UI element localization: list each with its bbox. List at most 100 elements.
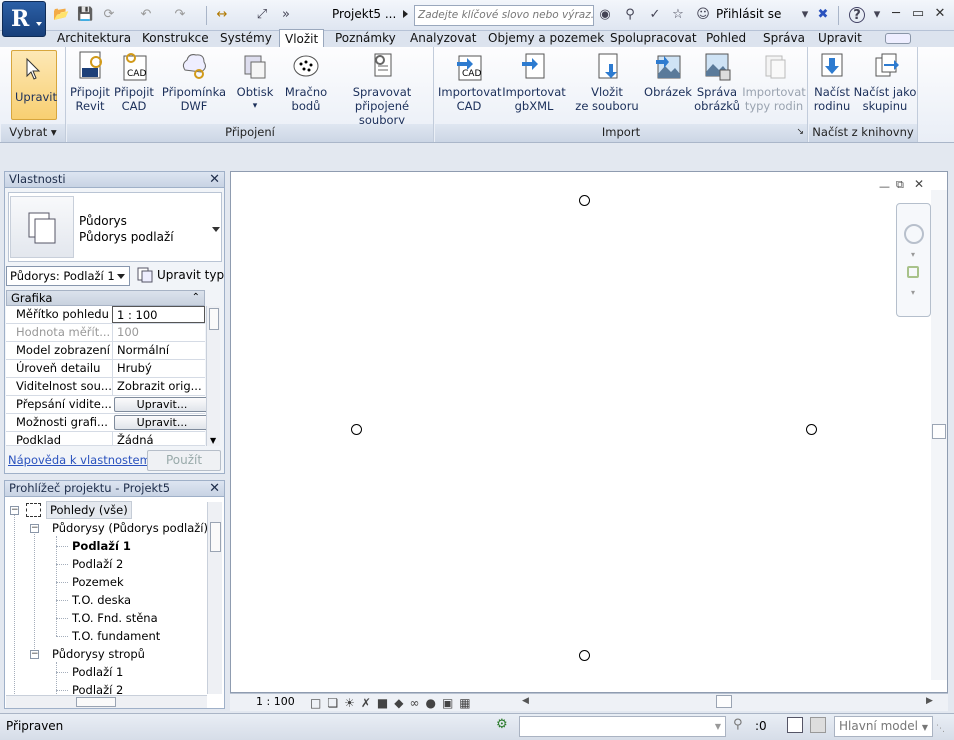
browser-horizontal-scrollbar[interactable]: [6, 695, 207, 708]
import-cad-button[interactable]: CAD Importovat CAD: [438, 50, 502, 113]
zoom-icon[interactable]: [907, 266, 919, 278]
view-restore-button[interactable]: ⧉: [896, 178, 904, 192]
ribbon-minimize-button[interactable]: [885, 33, 911, 44]
tree-views-all[interactable]: Pohledy (vše): [46, 501, 132, 519]
close-icon[interactable]: ✕: [209, 481, 220, 496]
resize-grip-icon[interactable]: ⋱: [936, 724, 945, 734]
steering-wheel-icon[interactable]: [904, 224, 924, 244]
workset-selector[interactable]: ▼: [519, 716, 726, 737]
help-menu-chevron-icon[interactable]: ▾: [869, 7, 885, 23]
design-options-icon[interactable]: [810, 717, 826, 733]
tab-systemy[interactable]: Systémy: [215, 31, 277, 47]
chevron-down-icon[interactable]: [212, 227, 220, 232]
sync-icon[interactable]: ⟳: [101, 7, 117, 23]
tree-item-podlazi-1[interactable]: Podlaží 1: [72, 539, 131, 553]
expand-arrow-icon[interactable]: [403, 10, 408, 18]
tab-vlozit[interactable]: Vložit: [279, 29, 325, 48]
tree-floor-plans[interactable]: Půdorysy (Půdorys podlaží): [52, 521, 208, 535]
drawing-area[interactable]: [230, 171, 948, 693]
underlay-value[interactable]: Žádná: [112, 432, 205, 445]
align-icon[interactable]: ↔: [214, 7, 230, 23]
horizontal-scroll-thumb[interactable]: [716, 695, 732, 708]
undo-icon[interactable]: ↶: [138, 7, 154, 23]
collapse-toggle[interactable]: −: [30, 650, 39, 659]
collapse-toggle[interactable]: −: [30, 524, 39, 533]
filter-icon[interactable]: ⚲: [733, 717, 743, 732]
display-model-value[interactable]: Normální: [112, 342, 205, 359]
design-option-selector[interactable]: Hlavní model ▼: [834, 716, 933, 737]
favorites-star-icon[interactable]: ☆: [670, 7, 686, 23]
chevron-down-icon[interactable]: ▾: [797, 7, 813, 23]
graphics-group-header[interactable]: Grafika ⌃: [6, 290, 205, 306]
elevation-marker-east[interactable]: [806, 424, 817, 435]
tree-item-ceiling-podlazi-1[interactable]: Podlaží 1: [72, 665, 123, 679]
scroll-left-arrow-icon[interactable]: ◀: [522, 696, 529, 706]
point-cloud-button[interactable]: Mračno bodů: [282, 50, 330, 113]
vg-overrides-edit-button[interactable]: Upravit...: [114, 397, 210, 412]
tab-sprava[interactable]: Správa: [758, 31, 810, 47]
tab-architektura[interactable]: Architektura: [52, 31, 136, 47]
tree-item-to-fundament[interactable]: T.O. fundament: [72, 629, 160, 643]
view-scale[interactable]: 1 : 100: [256, 695, 295, 708]
tree-item-to-deska[interactable]: T.O. deska: [72, 593, 131, 607]
view-scale-input[interactable]: 1 : 100: [112, 306, 205, 323]
link-cad-button[interactable]: CAD Připojit CAD: [112, 50, 156, 113]
search-input[interactable]: Zadejte klíčové slovo nebo výraz.: [414, 5, 594, 26]
detail-level-value[interactable]: Hrubý: [112, 360, 205, 377]
properties-scrollbar[interactable]: ▼: [206, 306, 220, 446]
tab-konstrukce[interactable]: Konstrukce: [137, 31, 214, 47]
manage-images-button[interactable]: Správa obrázků: [694, 50, 740, 113]
save-icon[interactable]: 💾: [77, 7, 93, 23]
collapse-toggle[interactable]: −: [10, 506, 19, 515]
browser-scrollbar[interactable]: [207, 502, 222, 694]
elevation-marker-north[interactable]: [579, 195, 590, 206]
load-family-button[interactable]: Načíst rodinu: [811, 50, 853, 113]
measure-icon[interactable]: ⤢: [254, 7, 270, 23]
apply-button[interactable]: Použít: [147, 450, 221, 471]
view-control-icons[interactable]: □❏☀✗■◆∞●▣▦: [310, 696, 477, 710]
vertical-scroll-thumb[interactable]: [932, 424, 946, 439]
tab-spolupracovat[interactable]: Spolupracovat: [605, 31, 702, 47]
import-family-types-button[interactable]: Importovat typy rodin: [742, 50, 806, 113]
parts-visibility-value[interactable]: Zobrazit orig...: [112, 378, 205, 395]
graphic-options-edit-button[interactable]: Upravit...: [114, 415, 210, 430]
elevation-marker-west[interactable]: [351, 424, 362, 435]
more-icon[interactable]: »: [278, 7, 294, 23]
worksets-icon[interactable]: ⚙: [496, 717, 514, 735]
elevation-marker-south[interactable]: [579, 650, 590, 661]
tree-ceiling-plans[interactable]: Půdorysy stropů: [52, 647, 145, 661]
tab-analyzovat[interactable]: Analyzovat: [405, 31, 481, 47]
sign-in-link[interactable]: Přihlásit se: [716, 7, 781, 21]
view-minimize-button[interactable]: —: [879, 180, 890, 193]
close-button[interactable]: ✕: [929, 5, 951, 25]
insert-from-file-button[interactable]: Vložit ze souboru: [574, 50, 640, 113]
load-as-group-button[interactable]: Načíst jako skupinu: [853, 50, 917, 113]
tree-item-pozemek[interactable]: Pozemek: [72, 575, 124, 589]
open-icon[interactable]: 📂: [53, 7, 69, 23]
select-panel-label[interactable]: Vybrat ▾: [1, 124, 65, 142]
close-icon[interactable]: ✕: [209, 172, 220, 187]
help-icon[interactable]: ?: [849, 7, 865, 23]
key-icon[interactable]: ⚲: [622, 7, 638, 23]
maximize-button[interactable]: ▭: [907, 5, 929, 25]
dwf-markup-button[interactable]: Připomínka DWF: [158, 50, 230, 113]
edit-type-button[interactable]: Upravit typ: [157, 268, 224, 282]
tab-objemy-a-pozemek[interactable]: Objemy a pozemek: [483, 31, 609, 47]
decal-button[interactable]: Obtisk ▾: [233, 50, 277, 113]
view-close-button[interactable]: ✕: [914, 177, 924, 191]
application-menu-button[interactable]: R: [2, 1, 46, 37]
tab-upravit[interactable]: Upravit: [813, 31, 867, 47]
binoculars-icon[interactable]: ◉: [597, 7, 613, 23]
tab-poznamky[interactable]: Poznámky: [330, 31, 401, 47]
communication-icon[interactable]: ✓: [647, 7, 663, 23]
tree-item-podlazi-2[interactable]: Podlaží 2: [72, 557, 123, 571]
image-button[interactable]: Obrázek: [644, 50, 692, 99]
exchange-icon[interactable]: ✖: [815, 7, 831, 23]
tree-item-to-fnd-stena[interactable]: T.O. Fnd. stěna: [72, 611, 158, 625]
tab-pohled[interactable]: Pohled: [701, 31, 751, 47]
properties-help-link[interactable]: Nápověda k vlastnostem: [8, 453, 151, 467]
import-gbxml-button[interactable]: Importovat gbXML: [502, 50, 566, 113]
instance-selector[interactable]: Půdorys: Podlaží 1: [6, 266, 130, 286]
scroll-right-arrow-icon[interactable]: ▶: [926, 696, 933, 706]
editing-requests-icon[interactable]: [787, 717, 803, 733]
